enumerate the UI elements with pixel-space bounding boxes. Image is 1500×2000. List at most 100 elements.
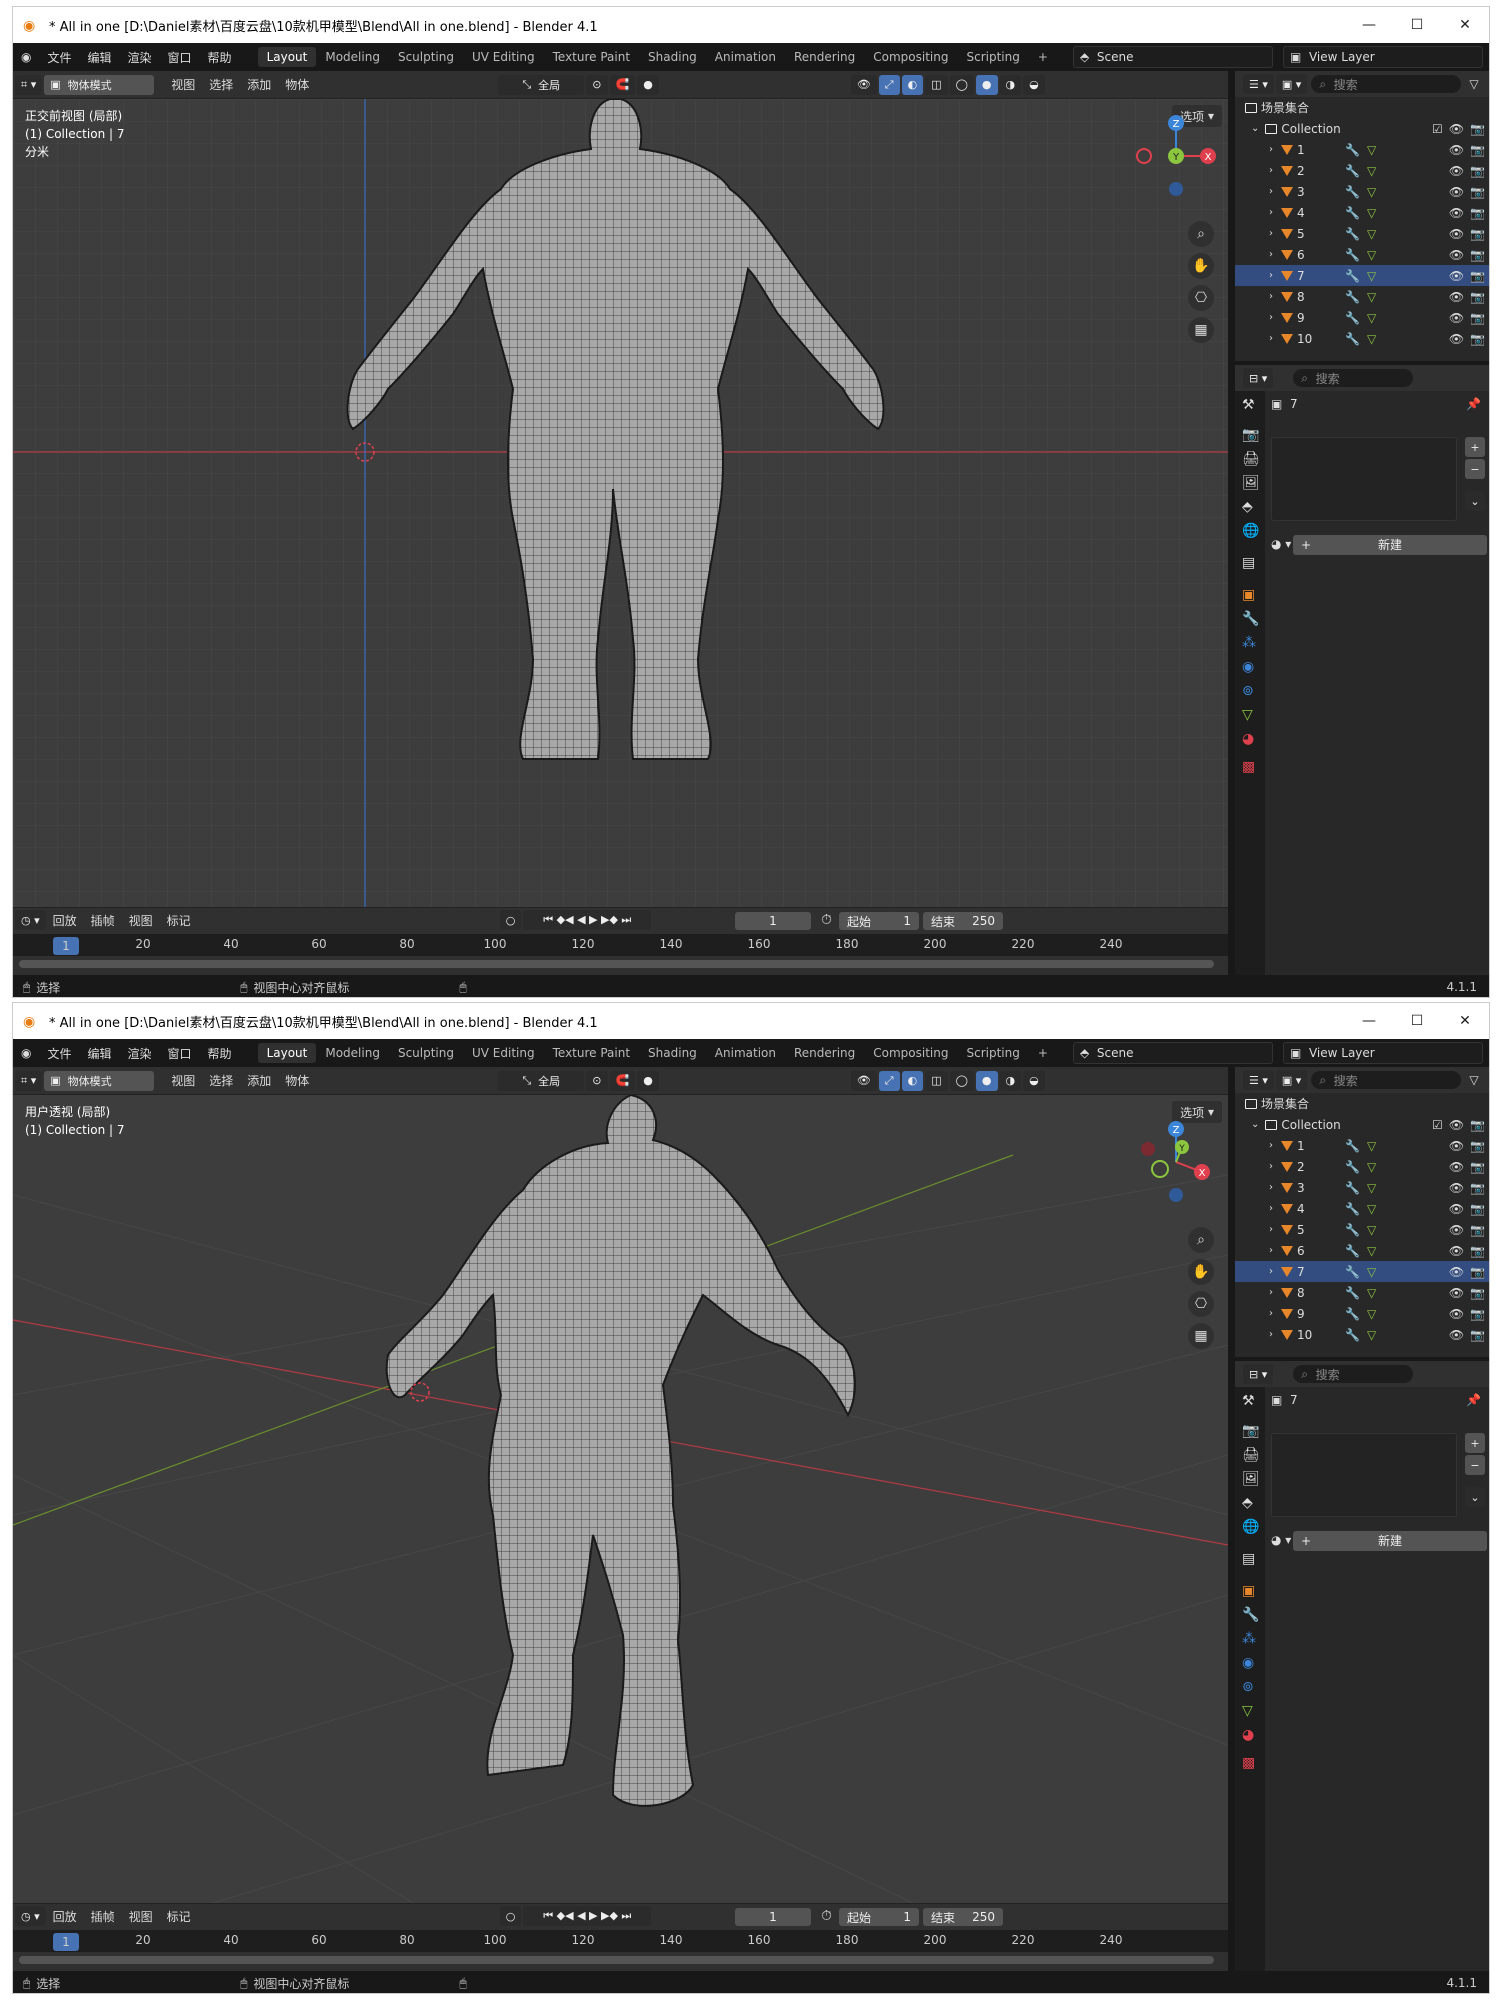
grid-toggle-icon[interactable]: ▦	[1188, 317, 1214, 343]
tab-compositing[interactable]: Compositing	[864, 1043, 957, 1063]
view-layer-tab-icon[interactable]: 🖼	[1242, 1471, 1260, 1487]
tab-shading[interactable]: Shading	[639, 1043, 706, 1063]
expand-chevron-icon[interactable]: ›	[1269, 1224, 1273, 1235]
mode-selector[interactable]: ▣ 物体模式	[44, 1070, 155, 1091]
properties-search-input[interactable]: ⌕ 搜索	[1293, 369, 1414, 387]
tab-texture-paint[interactable]: Texture Paint	[544, 1043, 639, 1063]
outliner-object-row[interactable]: › 9 🔧 ▽ 👁 📷	[1235, 1303, 1489, 1324]
menu-add[interactable]: 添加	[240, 76, 278, 93]
expand-chevron-icon[interactable]: ›	[1269, 1266, 1273, 1277]
blender-menu-icon[interactable]: ◉	[13, 50, 39, 64]
editor-type-button[interactable]: ⌗ ▾	[15, 74, 43, 95]
tab-rendering[interactable]: Rendering	[785, 1043, 864, 1063]
tab-texture-paint[interactable]: Texture Paint	[544, 47, 639, 67]
gizmo-toggle-icon[interactable]: ⤢	[878, 1070, 900, 1091]
remove-slot-button[interactable]: −	[1465, 1455, 1485, 1475]
menu-help[interactable]: 帮助	[200, 49, 240, 66]
eye-icon[interactable]: 👁	[1449, 206, 1464, 220]
proportional-icon[interactable]: ●	[637, 74, 659, 95]
tab-scripting[interactable]: Scripting	[957, 47, 1028, 67]
tab-layout[interactable]: Layout	[257, 47, 317, 67]
scene-tab-icon[interactable]: ⬘	[1242, 1495, 1253, 1511]
transform-orientation[interactable]: ⤡ 全局	[498, 1070, 585, 1091]
collection-tab-icon[interactable]: ▤	[1242, 1551, 1255, 1567]
menu-edit[interactable]: 编辑	[80, 1045, 120, 1062]
expand-chevron-icon[interactable]: ⌄	[1251, 123, 1259, 134]
timeline-marker[interactable]: 标记	[160, 1908, 198, 1925]
autokey-icon[interactable]: ○	[499, 1906, 522, 1926]
pivot-icon[interactable]: ⊙	[586, 74, 608, 95]
camera-render-icon[interactable]: 📷	[1470, 1202, 1485, 1216]
mode-selector[interactable]: ▣ 物体模式	[44, 74, 155, 95]
navigation-gizmo[interactable]: Z Y X	[1136, 1117, 1216, 1207]
expand-chevron-icon[interactable]: ›	[1269, 1287, 1273, 1298]
eye-icon[interactable]: 👁	[1449, 332, 1464, 346]
eye-icon[interactable]: 👁	[1449, 1307, 1464, 1321]
eye-icon[interactable]: 👁	[1449, 1202, 1464, 1216]
physics-tab-icon[interactable]: ◉	[1242, 1655, 1254, 1671]
texture-tab-icon[interactable]: ▩	[1242, 1755, 1255, 1771]
snap-icon[interactable]: 🧲	[609, 74, 636, 95]
material-browse-icon[interactable]: ◕ ▾	[1271, 1533, 1291, 1547]
camera-render-icon[interactable]: 📷	[1470, 1286, 1485, 1300]
menu-window[interactable]: 窗口	[160, 49, 200, 66]
outliner-object-row[interactable]: › 10 🔧 ▽ 👁 📷	[1235, 328, 1489, 349]
outliner-editor-icon[interactable]: ☰ ▾	[1243, 74, 1274, 94]
shading-solid-icon[interactable]: ●	[975, 1070, 998, 1091]
display-mode-icon[interactable]: ▣ ▾	[1275, 74, 1308, 94]
timeline-marker[interactable]: 标记	[160, 912, 198, 929]
camera-render-icon[interactable]: 📷	[1470, 1265, 1485, 1279]
timeline-playback[interactable]: 回放	[46, 1908, 84, 1925]
eye-icon[interactable]: 👁	[1449, 122, 1464, 136]
add-slot-button[interactable]: +	[1465, 437, 1485, 457]
start-frame-field[interactable]: 起始 1	[839, 1908, 919, 1926]
expand-chevron-icon[interactable]: ›	[1269, 249, 1273, 260]
xray-icon[interactable]: ◫	[925, 74, 948, 95]
eye-icon[interactable]: 👁	[1449, 1244, 1464, 1258]
outliner-object-row[interactable]: › 8 🔧 ▽ 👁 📷	[1235, 286, 1489, 307]
expand-chevron-icon[interactable]: ›	[1269, 1140, 1273, 1151]
eye-icon[interactable]: 👁	[1449, 1139, 1464, 1153]
expand-chevron-icon[interactable]: ⌄	[1251, 1119, 1259, 1130]
expand-chevron-icon[interactable]: ›	[1269, 1182, 1273, 1193]
expand-chevron-icon[interactable]: ›	[1269, 291, 1273, 302]
menu-select[interactable]: 选择	[202, 1072, 240, 1089]
camera-render-icon[interactable]: 📷	[1470, 122, 1485, 136]
tab-sculpting[interactable]: Sculpting	[389, 1043, 463, 1063]
tool-tab-icon[interactable]: ⚒	[1242, 1393, 1255, 1409]
outliner-editor-icon[interactable]: ☰ ▾	[1243, 1070, 1274, 1090]
data-tab-icon[interactable]: ▽	[1242, 707, 1253, 723]
outliner-object-row[interactable]: › 4 🔧 ▽ 👁 📷	[1235, 202, 1489, 223]
shading-rendered-icon[interactable]: ◒	[1023, 74, 1045, 95]
tab-animation[interactable]: Animation	[706, 47, 785, 67]
xray-icon[interactable]: ◫	[925, 1070, 948, 1091]
new-material-button[interactable]: + 新建	[1293, 535, 1487, 555]
camera-render-icon[interactable]: 📷	[1470, 227, 1485, 241]
menu-object[interactable]: 物体	[278, 76, 316, 93]
modifier-tab-icon[interactable]: 🔧	[1242, 611, 1259, 627]
timeline-scrollbar[interactable]	[19, 960, 1214, 968]
maximize-button[interactable]: ☐	[1393, 1003, 1441, 1039]
transform-orientation[interactable]: ⤡ 全局	[498, 74, 585, 95]
camera-render-icon[interactable]: 📷	[1470, 206, 1485, 220]
camera-icon[interactable]: ⎔	[1188, 285, 1214, 311]
shading-solid-icon[interactable]: ●	[975, 74, 998, 95]
outliner-object-row[interactable]: › 4 🔧 ▽ 👁 📷	[1235, 1198, 1489, 1219]
render-tab-icon[interactable]: 📷	[1242, 427, 1259, 443]
tab-sculpting[interactable]: Sculpting	[389, 47, 463, 67]
data-tab-icon[interactable]: ▽	[1242, 1703, 1253, 1719]
checkbox-icon[interactable]: ☑	[1432, 122, 1443, 136]
view-layer-selector[interactable]: ▣ View Layer	[1283, 46, 1483, 68]
camera-icon[interactable]: ⎔	[1188, 1291, 1214, 1317]
expand-chevron-icon[interactable]: ›	[1269, 333, 1273, 344]
outliner-object-row[interactable]: › 6 🔧 ▽ 👁 📷	[1235, 1240, 1489, 1261]
camera-render-icon[interactable]: 📷	[1470, 143, 1485, 157]
3d-viewport-perspective[interactable]: 用户透视 (局部) (1) Collection | 7 选项 ▾ Z Y X …	[13, 1095, 1228, 1903]
menu-render[interactable]: 渲染	[120, 49, 160, 66]
camera-render-icon[interactable]: 📷	[1470, 1244, 1485, 1258]
shading-material-icon[interactable]: ◑	[999, 74, 1022, 95]
constraints-tab-icon[interactable]: ⊚	[1242, 1679, 1254, 1695]
zoom-icon[interactable]: ⌕	[1188, 1227, 1214, 1253]
properties-editor-icon[interactable]: ⊟ ▾	[1243, 368, 1274, 388]
outliner-object-row[interactable]: › 9 🔧 ▽ 👁 📷	[1235, 307, 1489, 328]
